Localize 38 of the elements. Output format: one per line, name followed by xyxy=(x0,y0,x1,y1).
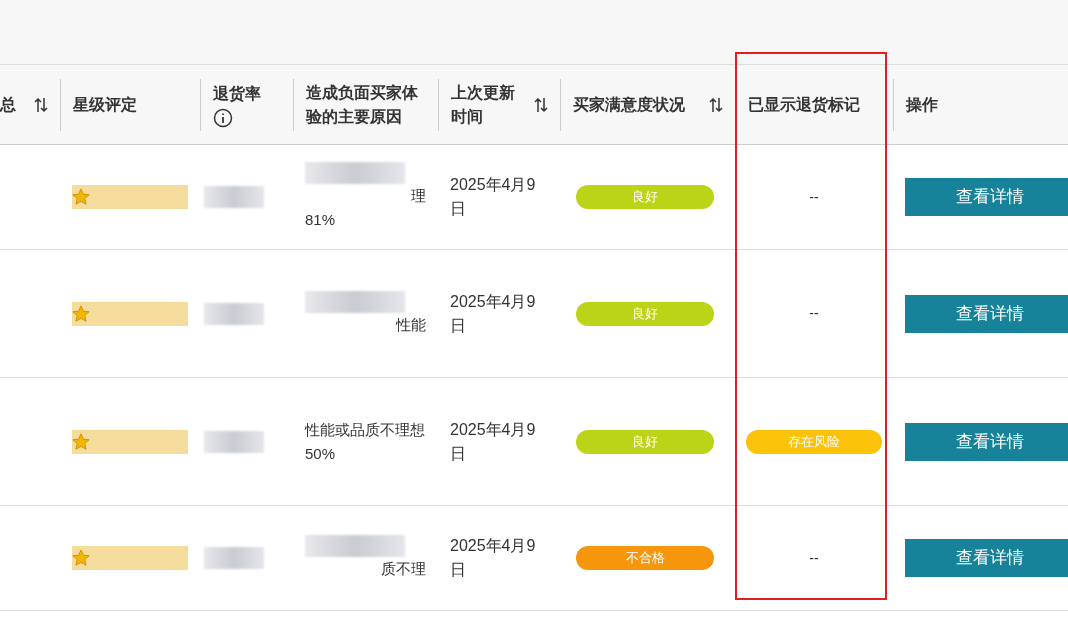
redacted-value xyxy=(204,186,264,208)
status-badge: 良好 xyxy=(576,429,714,454)
update-date: 2025年4月9日 xyxy=(450,419,537,464)
risk-badge: 存在风险 xyxy=(746,429,882,454)
column-header: 退货率 xyxy=(213,78,293,131)
column-header: 造成负面买家体验的主要原因 xyxy=(306,82,419,127)
column-header[interactable]: 上次更新时间 xyxy=(451,78,560,131)
update-date: 2025年4月9日 xyxy=(450,175,537,219)
reason-text: 质不理 xyxy=(381,559,426,579)
update-date: 2025年4月9日 xyxy=(450,291,537,336)
redacted-value xyxy=(204,430,264,453)
reason-text: 性能 xyxy=(396,314,426,335)
redacted-value xyxy=(204,547,264,569)
column-header[interactable]: 买家满意度状况 xyxy=(573,78,735,131)
status-badge: 良好 xyxy=(576,301,714,326)
view-details-button[interactable]: 查看详情 xyxy=(905,178,1068,216)
empty-value: -- xyxy=(809,304,819,323)
sort-arrows-icon[interactable] xyxy=(534,95,548,114)
column-header: 已显示退货标记 xyxy=(748,94,861,116)
view-details-button[interactable]: 查看详情 xyxy=(905,539,1068,577)
sort-arrows-icon[interactable] xyxy=(709,95,723,114)
redacted-value xyxy=(204,302,264,325)
view-details-button[interactable]: 查看详情 xyxy=(905,422,1068,461)
column-header[interactable]: 总 xyxy=(0,78,60,131)
reason-text: 理 xyxy=(411,186,426,206)
info-icon[interactable] xyxy=(213,107,233,128)
reason-share: 50% xyxy=(305,443,337,464)
reason-text: 性能或品质不理想 xyxy=(305,419,426,440)
empty-value: -- xyxy=(809,187,819,207)
status-badge: 不合格 xyxy=(576,546,714,570)
update-date: 2025年4月9日 xyxy=(450,536,537,580)
reason-share: 81% xyxy=(305,210,337,230)
sort-arrows-icon[interactable] xyxy=(34,95,48,114)
view-details-button[interactable]: 查看详情 xyxy=(905,294,1068,333)
status-badge: 良好 xyxy=(576,185,714,209)
empty-value: -- xyxy=(809,548,819,568)
column-header: 星级评定 xyxy=(73,94,138,115)
column-header: 操作 xyxy=(906,94,939,115)
